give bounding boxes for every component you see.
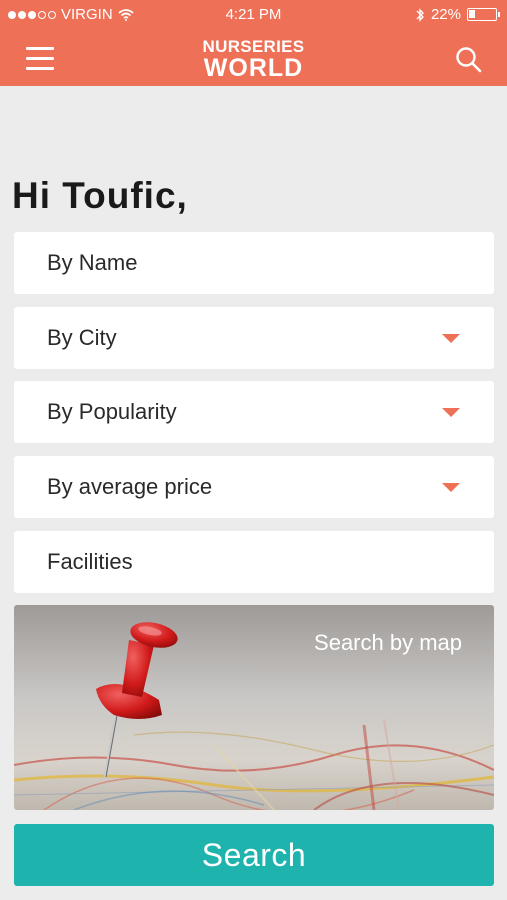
filter-by-average-price-select[interactable]: By average price <box>14 456 494 518</box>
status-bar: VIRGIN 4:21 PM 22% <box>0 0 507 30</box>
dropdown-caret-icon <box>442 408 460 417</box>
greeting-heading: Hi Toufic, <box>12 175 188 216</box>
filter-label: By average price <box>47 474 213 499</box>
filter-by-name[interactable]: By Name <box>14 232 494 294</box>
battery-icon <box>467 8 500 21</box>
bluetooth-icon <box>416 7 424 22</box>
filter-label: Facilities <box>47 549 133 574</box>
app-header: VIRGIN 4:21 PM 22% NURSERIES WORLD <box>0 0 507 86</box>
logo-bottom-text: WORLD <box>203 54 304 82</box>
filter-facilities[interactable]: Facilities <box>14 531 494 593</box>
filter-label: By Popularity <box>47 399 177 424</box>
dropdown-caret-icon <box>442 334 460 343</box>
header-search-button[interactable] <box>455 46 483 74</box>
battery-level <box>469 10 475 18</box>
search-button[interactable]: Search <box>14 824 494 886</box>
app-logo: NURSERIES WORLD <box>0 38 507 81</box>
filter-by-popularity-select[interactable]: By Popularity <box>14 381 494 443</box>
search-by-map-label: Search by map <box>314 630 462 655</box>
battery-percent: 22% <box>430 6 461 23</box>
status-right: 22% <box>415 6 500 23</box>
search-by-map-card[interactable]: Search by map <box>14 605 494 810</box>
filter-label: By City <box>47 325 117 350</box>
search-icon <box>456 47 482 73</box>
filter-by-city-select[interactable]: By City <box>14 307 494 369</box>
logo-top-text: NURSERIES <box>202 37 305 56</box>
filter-label: By Name <box>47 250 138 275</box>
dropdown-caret-icon <box>442 483 460 492</box>
